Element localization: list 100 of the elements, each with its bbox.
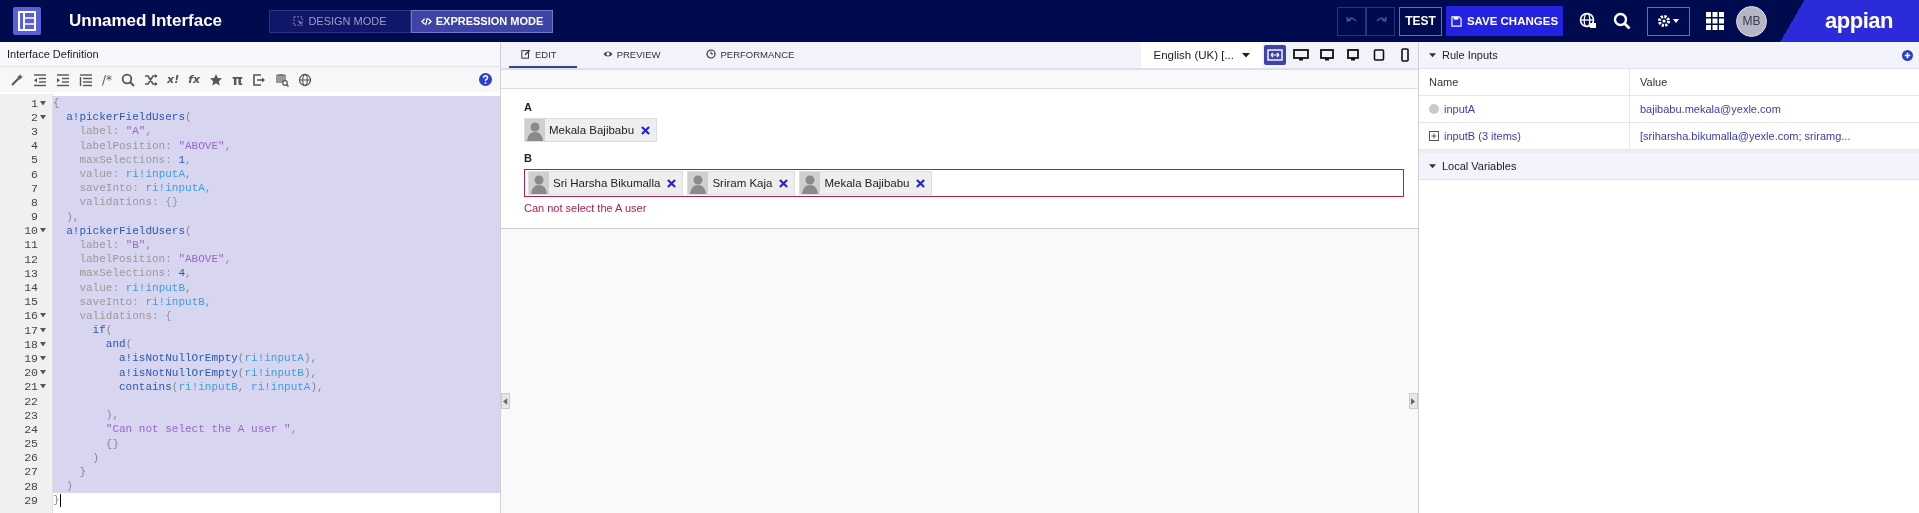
indent-icon[interactable] bbox=[56, 72, 70, 87]
constant-tool[interactable]: π bbox=[232, 71, 244, 88]
line-number: 22 bbox=[24, 394, 38, 408]
monitor-icon bbox=[1293, 48, 1309, 62]
line-number: 13 bbox=[24, 266, 38, 280]
code-line: maxSelections: 4, bbox=[78, 267, 192, 280]
collapse-right-button[interactable] bbox=[1409, 393, 1418, 409]
collapse-left-button[interactable] bbox=[501, 393, 510, 409]
export-icon[interactable] bbox=[252, 72, 267, 87]
test-expression-tool[interactable]: x! bbox=[167, 73, 180, 86]
caret-icon[interactable] bbox=[40, 370, 46, 376]
line-number: 26 bbox=[24, 451, 38, 465]
section-header[interactable]: Rule Inputs bbox=[1419, 42, 1919, 69]
dot-icon bbox=[1429, 104, 1439, 114]
list-icon[interactable] bbox=[79, 72, 93, 87]
remove-icon[interactable] bbox=[779, 178, 789, 188]
caret-icon[interactable] bbox=[40, 384, 46, 390]
caret-icon[interactable] bbox=[40, 100, 46, 106]
monitor-icon bbox=[1345, 48, 1361, 62]
code-line: } bbox=[53, 494, 60, 507]
outdent-icon[interactable] bbox=[33, 72, 47, 87]
line-number: 2 bbox=[31, 110, 38, 124]
line-number: 4 bbox=[31, 139, 38, 153]
line-number: 29 bbox=[24, 493, 38, 507]
globe-icon[interactable] bbox=[1579, 12, 1597, 30]
save-changes-button[interactable]: SAVE CHANGES bbox=[1446, 6, 1563, 36]
code-line: a!isNotNullOrEmpty(ri!inputB), bbox=[118, 366, 318, 379]
globe-icon[interactable] bbox=[298, 72, 313, 87]
cursor-icon bbox=[293, 15, 305, 27]
caret-icon[interactable] bbox=[40, 341, 46, 347]
monitor-icon bbox=[1319, 48, 1335, 62]
mode-toggle[interactable]: EXPRESSION MODE bbox=[411, 9, 553, 33]
user-name: Sri Harsha Bikumalla bbox=[553, 177, 661, 189]
search-icon[interactable] bbox=[121, 72, 136, 87]
user-picker-field[interactable]: Mekala Bajibabu bbox=[524, 118, 1404, 142]
code-line: ), bbox=[104, 409, 119, 422]
line-number: 12 bbox=[24, 252, 38, 266]
magic-wand-icon[interactable] bbox=[10, 72, 24, 87]
code-line: saveInto: ri!inputA, bbox=[78, 182, 212, 195]
code-line: maxSelections: 1, bbox=[78, 153, 192, 166]
code-line: a!pickerFieldUsers( bbox=[65, 224, 192, 237]
remove-icon[interactable] bbox=[916, 178, 926, 188]
code-line: ) bbox=[91, 451, 100, 464]
input-name[interactable]: inputA bbox=[1444, 103, 1476, 115]
logo-text: appian bbox=[1825, 8, 1893, 34]
remove-icon[interactable] bbox=[667, 178, 677, 188]
caret-icon[interactable] bbox=[40, 355, 46, 361]
test-button[interactable]: TEST bbox=[1399, 6, 1442, 36]
settings-button[interactable] bbox=[1647, 6, 1690, 36]
input-value: [sriharsha.bikumalla@yexle.com; sriramg... bbox=[1640, 130, 1851, 142]
remove-icon[interactable] bbox=[641, 125, 651, 135]
section-header[interactable]: Local Variables bbox=[1419, 150, 1919, 180]
input-name[interactable]: inputB (3 items) bbox=[1444, 130, 1522, 142]
expand-icon[interactable] bbox=[1429, 131, 1439, 141]
triangle-left-icon bbox=[503, 397, 508, 405]
user-silhouette-icon bbox=[800, 172, 821, 194]
user-avatar[interactable]: MB bbox=[1736, 5, 1767, 37]
view-tab[interactable]: PREVIEW bbox=[590, 42, 681, 68]
line-number: 23 bbox=[24, 408, 38, 422]
comment-tool[interactable]: /* bbox=[102, 72, 113, 87]
code-line: contains(ri!inputB, ri!inputA), bbox=[118, 380, 324, 393]
help-icon[interactable] bbox=[479, 73, 492, 86]
code-line: ), bbox=[65, 210, 80, 223]
user-name: Sriram Kaja bbox=[712, 177, 773, 189]
add-icon[interactable] bbox=[1902, 49, 1913, 61]
database-search-icon[interactable] bbox=[275, 72, 290, 87]
code-line: { bbox=[53, 97, 60, 110]
triangle-right-icon bbox=[1411, 397, 1416, 405]
fit-width-icon bbox=[1267, 48, 1283, 62]
panel-title: Interface Definition bbox=[7, 48, 99, 60]
caret-icon[interactable] bbox=[40, 114, 46, 120]
apps-grid-icon[interactable] bbox=[1706, 12, 1724, 30]
line-number: 20 bbox=[24, 366, 38, 380]
code-line: a!isNotNullOrEmpty(ri!inputA), bbox=[118, 352, 318, 365]
code-line: validations: {} bbox=[78, 196, 179, 209]
caret-icon[interactable] bbox=[40, 327, 46, 333]
mode-toggle[interactable]: DESIGN MODE bbox=[269, 9, 411, 33]
user-picker-field[interactable]: Sri Harsha Bikumalla Sriram Kaja Mekala Bajibabu bbox=[524, 169, 1404, 197]
field-label: B bbox=[524, 152, 533, 164]
view-tab[interactable]: PERFORMANCE bbox=[694, 42, 815, 68]
search-icon[interactable] bbox=[1613, 12, 1631, 30]
code-line: value: ri!inputB, bbox=[78, 281, 192, 294]
caret-icon[interactable] bbox=[40, 228, 46, 234]
section-title: Local Variables bbox=[1442, 160, 1517, 172]
gear-icon bbox=[1656, 14, 1681, 28]
code-line: labelPosition: "ABOVE", bbox=[78, 139, 232, 152]
code-line: label: "B", bbox=[78, 238, 153, 251]
shuffle-icon[interactable] bbox=[144, 72, 159, 87]
caret-icon[interactable] bbox=[40, 313, 46, 319]
device-size-button[interactable] bbox=[1264, 45, 1286, 65]
function-tool[interactable]: fx bbox=[188, 73, 201, 86]
code-line: } bbox=[78, 465, 86, 478]
locale-dropdown[interactable]: English (UK) [... bbox=[1141, 42, 1262, 68]
column-header: Value bbox=[1639, 75, 1669, 90]
star-icon[interactable] bbox=[209, 72, 224, 87]
line-number: 5 bbox=[31, 153, 38, 167]
line-number: 27 bbox=[24, 465, 38, 479]
line-number: 28 bbox=[24, 479, 38, 493]
line-number: 18 bbox=[24, 337, 38, 351]
tablet-icon bbox=[1371, 48, 1387, 62]
